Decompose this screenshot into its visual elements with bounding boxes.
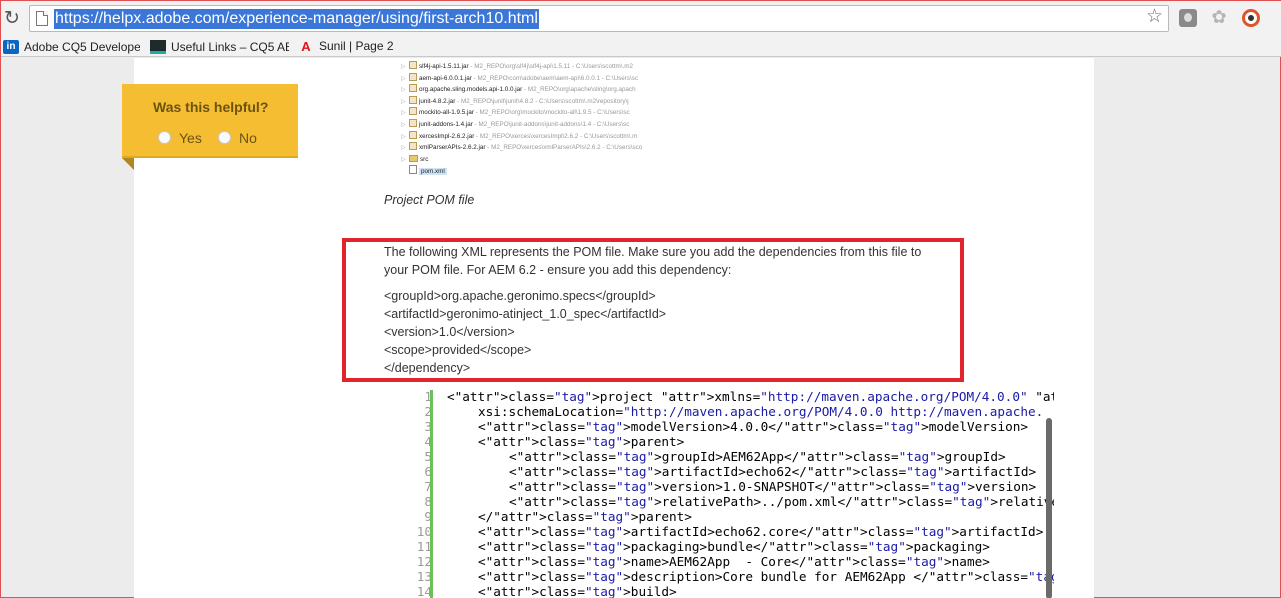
- tree-item: ▷ mockito-all-1.9.5.jar - M2_REPO\org\moc…: [401, 107, 686, 119]
- line-number: 1: [424, 390, 432, 404]
- code-line: <"attr">class="tag">description>Core bun…: [478, 569, 1054, 584]
- jar-icon: [409, 142, 417, 151]
- bookmark-item[interactable]: Useful Links – CQ5 AE: [150, 37, 289, 55]
- tree-item-selected: pom.xml: [401, 165, 686, 177]
- bookmark-label: Useful Links – CQ5 AE: [171, 39, 289, 54]
- line-number: 8: [424, 494, 432, 509]
- code-line: <"attr">class="tag">relativePath>../pom.…: [509, 494, 1054, 509]
- line-number: 3: [424, 419, 432, 434]
- radio-icon[interactable]: [218, 131, 231, 144]
- bookmark-label: Adobe CQ5 Develope: [24, 39, 140, 54]
- bookmarks-bar: in Adobe CQ5 Develope Useful Links – CQ5 …: [1, 35, 1281, 57]
- code-line: <"attr">class="tag">packaging>bundle</"a…: [478, 539, 990, 554]
- note-code-line: <groupId>org.apache.geronimo.specs</grou…: [384, 289, 656, 303]
- code-line: <"attr">class="tag">project "attr">xmlns…: [447, 390, 1054, 404]
- site-icon: [150, 39, 166, 54]
- code-line: <"attr">class="tag">artifactId>echo62.co…: [478, 524, 1044, 539]
- tree-item: ▷ src: [401, 154, 686, 166]
- code-line: <"attr">class="tag">artifactId>echo62</"…: [509, 464, 1037, 479]
- jar-icon: [409, 130, 417, 139]
- note-code-line: <scope>provided</scope>: [384, 343, 532, 357]
- jar-icon: [409, 95, 417, 104]
- line-number-gutter: 1 2 3 4 5 6 7 8 9 10 11 12 13 14: [398, 390, 432, 598]
- line-number: 7: [424, 479, 432, 494]
- line-number: 12: [416, 554, 432, 569]
- feedback-yes-option[interactable]: Yes: [158, 130, 202, 146]
- jar-icon: [409, 72, 417, 81]
- expand-icon: ▷: [401, 64, 406, 70]
- line-number: 14: [416, 584, 432, 598]
- jar-icon: [409, 84, 417, 93]
- note-code-line: <version>1.0</version>: [384, 325, 515, 339]
- bookmark-star-icon[interactable]: ☆: [1146, 6, 1163, 26]
- code-line: <"attr">class="tag">modelVersion>4.0.0</…: [478, 419, 1029, 434]
- note-code-line: </dependency>: [384, 361, 471, 375]
- jar-icon: [409, 107, 417, 116]
- feedback-title: Was this helpful?: [153, 99, 269, 115]
- jar-icon: [409, 61, 417, 69]
- expand-icon: ▷: [401, 121, 406, 128]
- code-listing: 1 2 3 4 5 6 7 8 9 10 11 12 13 14 <"attr">class="tag">…: [398, 390, 1054, 598]
- feedback-no-label: No: [239, 130, 257, 146]
- code-line: <"attr">class="tag">build>: [478, 584, 677, 598]
- expand-icon: ▷: [401, 145, 406, 152]
- url-text[interactable]: https://helpx.adobe.com/experience-manag…: [54, 9, 539, 29]
- linkedin-icon: in: [3, 39, 19, 54]
- tree-item: ▷ junit-addons-1.4.jar - M2_REPO\junit-ad…: [401, 118, 686, 131]
- address-bar[interactable]: https://helpx.adobe.com/experience-manag…: [29, 5, 1169, 32]
- code-line: <"attr">class="tag">parent>: [478, 434, 685, 449]
- image-caption: Project POM file: [384, 193, 475, 207]
- note-paragraph-line: your POM file. For AEM 6.2 - ensure you …: [384, 263, 732, 277]
- code-line: <"attr">class="tag">version>1.0-SNAPSHOT…: [509, 479, 1037, 494]
- expand-icon: ▷: [401, 87, 406, 94]
- folder-icon: [409, 154, 418, 162]
- expand-icon: ▷: [401, 156, 406, 163]
- bookmark-item[interactable]: in Adobe CQ5 Develope: [3, 37, 140, 55]
- tree-item: ▷ aem-api-6.0.0.1.jar - M2_REPO\com\adobe…: [401, 72, 686, 85]
- browser-toolbar: ↻ https://helpx.adobe.com/experience-man…: [1, 1, 1281, 35]
- line-number: 5: [424, 449, 432, 464]
- note-paragraph-line: The following XML represents the POM fil…: [384, 245, 922, 259]
- code-line: <"attr">class="tag">groupId>AEM62App</"a…: [509, 449, 1006, 464]
- tree-item: ▷ xmlParserAPIs-2.6.2.jar - M2_REPO\xerce…: [401, 142, 686, 154]
- line-number: 10: [416, 524, 432, 539]
- note-code-line: <artifactId>geronimo-atinject_1.0_spec</…: [384, 307, 667, 321]
- gutter-divider: [430, 390, 433, 598]
- expand-icon: ▷: [401, 133, 406, 140]
- tree-item: ▷ org.apache.sling.models.api-1.0.0.jar -…: [401, 84, 686, 96]
- code-line: xsi:schemaLocation="http://maven.apache.…: [478, 404, 1044, 419]
- feedback-no-option[interactable]: No: [218, 130, 257, 146]
- extension-icon[interactable]: [1179, 9, 1197, 27]
- line-number: 9: [424, 509, 432, 524]
- tree-item: ▷ junit-4.8.2.jar - M2_REPO\junit\junit\4…: [401, 95, 686, 108]
- jar-icon: [409, 118, 417, 127]
- reload-icon[interactable]: ↻: [3, 7, 21, 29]
- line-number: 13: [416, 569, 432, 584]
- record-extension-icon[interactable]: [1242, 9, 1260, 27]
- code-line: <"attr">class="tag">name>AEM62App - Core…: [478, 554, 990, 569]
- feedback-yes-label: Yes: [179, 130, 202, 146]
- bookmark-item[interactable]: A Sunil | Page 2: [298, 37, 394, 55]
- expand-icon: ▷: [401, 98, 406, 105]
- page-icon: [36, 11, 48, 26]
- tree-item: ▷ slf4j-api-1.5.11.jar - M2_REPO\org\slf4…: [401, 61, 686, 73]
- line-number: 11: [416, 539, 432, 554]
- expand-icon: ▷: [401, 110, 406, 117]
- expand-icon: ▷: [401, 75, 406, 82]
- radio-icon[interactable]: [158, 131, 171, 144]
- settings-extension-icon[interactable]: ✿: [1210, 9, 1228, 27]
- code-line: </"attr">class="tag">parent>: [478, 509, 692, 524]
- code-scrollbar[interactable]: [1046, 418, 1052, 598]
- line-number: 4: [424, 434, 432, 449]
- bookmark-label: Sunil | Page 2: [319, 39, 394, 53]
- xml-file-icon: [409, 165, 417, 175]
- adobe-icon: A: [301, 38, 311, 54]
- project-tree-image: ▷ slf4j-api-1.5.11.jar - M2_REPO\org\slf4…: [401, 61, 686, 177]
- line-number: 2: [424, 404, 432, 419]
- line-number: 6: [424, 464, 432, 479]
- tree-item: ▷ xercesImpl-2.6.2.jar - M2_REPO\xerces\x…: [401, 130, 686, 143]
- feedback-widget: Was this helpful? Yes No: [122, 84, 298, 170]
